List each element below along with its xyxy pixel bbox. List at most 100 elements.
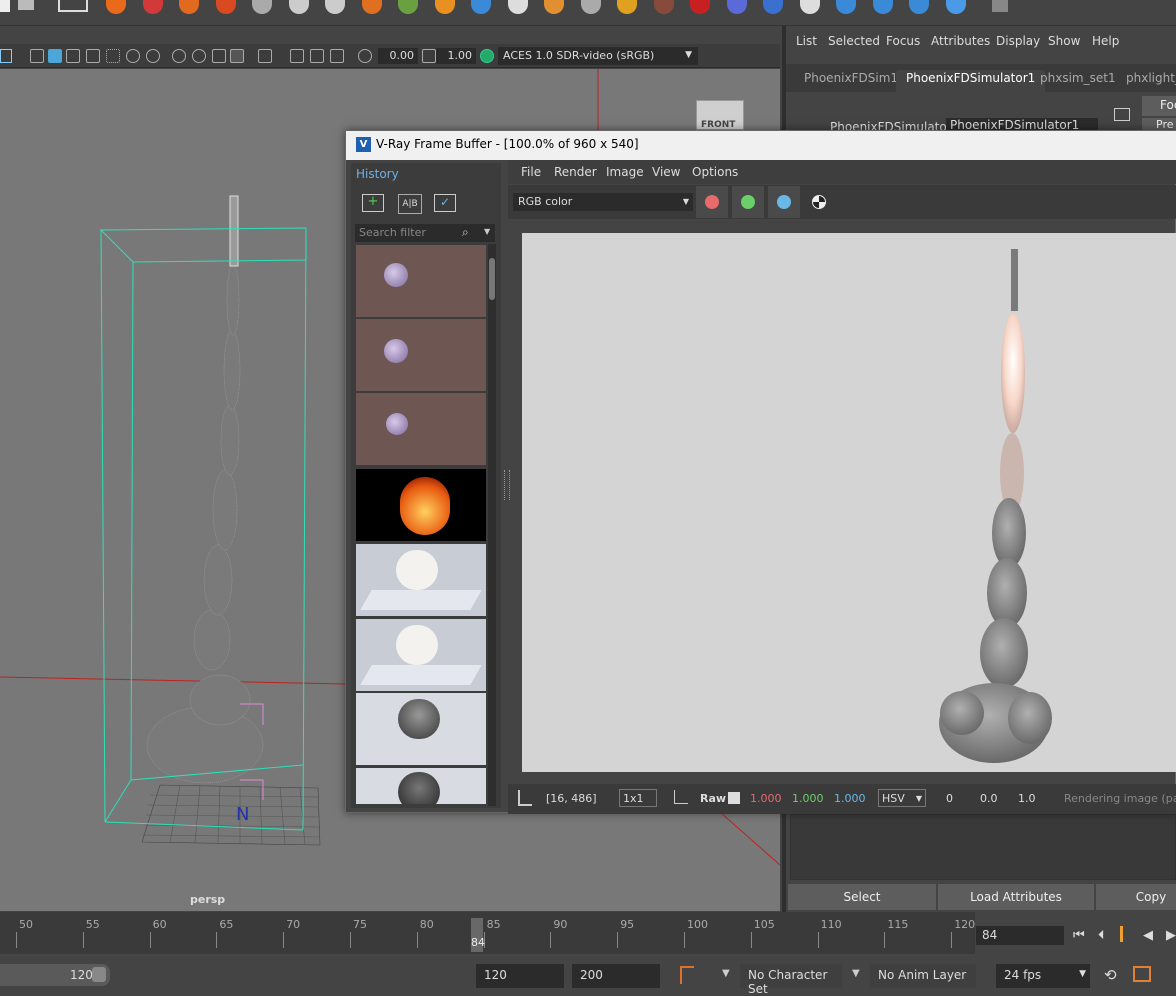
history-thumb-4[interactable] <box>356 469 486 541</box>
play-forwards-icon[interactable]: ▶ <box>1166 928 1176 943</box>
tab-phxsim-set1[interactable]: phxsim_set1 <box>1030 70 1126 92</box>
history-search-input[interactable]: Search filter <box>355 224 495 242</box>
play-backwards-icon[interactable]: ◀ <box>1143 928 1153 943</box>
alpha-channel-icon[interactable] <box>812 195 826 209</box>
ab-compare-icon[interactable]: A|B <box>398 194 422 214</box>
select-button[interactable]: Select <box>788 884 936 910</box>
anim-layer-dropdown[interactable]: No Anim Layer <box>870 964 976 988</box>
vfb-menu-view[interactable]: View <box>652 165 680 179</box>
shelf-edge-icon[interactable] <box>0 0 10 12</box>
vfb-menu-options[interactable]: Options <box>692 165 738 179</box>
text-icon[interactable] <box>0 49 12 63</box>
save-to-history-icon[interactable]: + <box>362 194 384 212</box>
render-image[interactable] <box>522 233 1176 772</box>
ae-menu-attributes[interactable]: Attributes <box>931 34 990 48</box>
colormanage-icon[interactable] <box>480 49 494 63</box>
anim-layer-chevron-icon[interactable]: ▼ <box>852 968 860 979</box>
shelf-editor-icon[interactable] <box>58 0 88 12</box>
viewcube[interactable]: FRONT <box>696 100 744 130</box>
ao-icon[interactable] <box>172 49 186 63</box>
timeline-tick-label: 60 <box>152 918 167 931</box>
range-handle[interactable] <box>92 967 106 982</box>
panel-splitter[interactable] <box>504 470 510 500</box>
gamma-field[interactable]: 1.00 <box>436 48 476 64</box>
notes-area[interactable] <box>790 814 1176 880</box>
red-channel-button[interactable] <box>696 186 728 218</box>
copy-tab-button[interactable]: Copy <box>1096 884 1176 910</box>
fps-dropdown[interactable]: 24 fps ▼ <box>996 964 1090 988</box>
shelf-script-icon[interactable] <box>18 0 34 10</box>
blue-channel-button[interactable] <box>768 186 800 218</box>
isolate-icon[interactable] <box>258 49 272 63</box>
history-thumb-8[interactable] <box>356 768 486 804</box>
tab-phxlight[interactable]: phxlight_ <box>1116 70 1176 92</box>
history-scrollbar-thumb[interactable] <box>489 258 495 300</box>
exposure-icon[interactable] <box>358 49 372 63</box>
smooth-shade-icon[interactable] <box>48 49 62 63</box>
auto-key-icon[interactable] <box>680 966 694 984</box>
history-thumb-3[interactable] <box>356 393 486 465</box>
ae-menu-display[interactable]: Display <box>996 34 1040 48</box>
gamma-icon[interactable] <box>422 49 436 63</box>
focus-button[interactable]: Foc <box>1142 96 1176 116</box>
vfb-titlebar[interactable]: V V-Ray Frame Buffer - [100.0% of 960 x … <box>346 131 1176 160</box>
loop-icon[interactable]: ⟲ <box>1104 966 1117 984</box>
curve-icon[interactable] <box>674 790 688 804</box>
xray-active-icon[interactable] <box>310 49 324 63</box>
ae-menu-list[interactable]: List <box>796 34 817 48</box>
history-thumb-1[interactable] <box>356 245 486 317</box>
tab-phoenixfdsimulator1[interactable]: PhoenixFDSimulator1 <box>896 70 1046 92</box>
vfb-menu-file[interactable]: File <box>521 165 541 179</box>
history-thumb-5[interactable] <box>356 544 486 616</box>
sampling-dropdown[interactable]: 1x1 <box>619 789 657 807</box>
xray-icon[interactable] <box>106 49 120 63</box>
timeline-tick <box>817 932 819 948</box>
exposure-field[interactable]: 0.00 <box>378 48 418 64</box>
range-slider[interactable]: 120 <box>0 964 110 986</box>
grid-icon[interactable] <box>330 49 344 63</box>
dof-icon[interactable] <box>230 49 244 63</box>
history-thumb-6[interactable] <box>356 619 486 691</box>
textured-icon[interactable] <box>86 49 100 63</box>
anim-prefs-icon[interactable] <box>1133 966 1151 982</box>
presets-button[interactable]: Pre <box>1142 118 1176 130</box>
history-scrollbar[interactable] <box>488 244 496 806</box>
step-back-key-icon[interactable]: ⏴ <box>1098 928 1105 943</box>
wireframe-icon[interactable] <box>30 49 44 63</box>
tab-phoenixfdsim1[interactable]: PhoenixFDSim1 <box>794 70 908 92</box>
xray-joints-icon[interactable] <box>290 49 304 63</box>
character-set-dropdown[interactable]: No Character Set <box>740 964 842 996</box>
history-tab[interactable]: History <box>352 164 399 184</box>
ae-menu-show[interactable]: Show <box>1048 34 1080 48</box>
history-thumb-2[interactable] <box>356 319 486 391</box>
shadow-icon[interactable] <box>146 49 160 63</box>
character-set-chevron-icon[interactable]: ▼ <box>722 968 730 979</box>
vfb-menu-image[interactable]: Image <box>606 165 644 179</box>
channel-dropdown[interactable]: RGB color ▼ <box>513 193 693 211</box>
go-to-output-icon[interactable] <box>1114 108 1130 121</box>
load-history-icon[interactable]: ✓ <box>434 194 456 212</box>
current-frame-field[interactable]: 84 <box>976 926 1064 945</box>
ae-menu-selected[interactable]: Selected <box>828 34 880 48</box>
current-frame-indicator[interactable]: 84 <box>471 918 485 952</box>
colorspace-dropdown[interactable]: ACES 1.0 SDR-video (sRGB) ▼ <box>498 47 698 65</box>
lock-pixel-icon[interactable] <box>518 790 532 806</box>
camera-label: persp <box>190 893 226 906</box>
anim-end-field[interactable]: 200 <box>572 964 660 988</box>
go-to-start-icon[interactable]: ⏮ <box>1073 928 1085 943</box>
aa-icon[interactable] <box>192 49 206 63</box>
search-options-chevron-icon[interactable]: ▼ <box>484 227 490 236</box>
light-icon[interactable] <box>126 49 140 63</box>
ae-menu-focus[interactable]: Focus <box>886 34 920 48</box>
history-thumb-7[interactable] <box>356 693 486 765</box>
green-channel-button[interactable] <box>732 186 764 218</box>
load-attributes-button[interactable]: Load Attributes <box>938 884 1094 910</box>
shaded-wire-icon[interactable] <box>66 49 80 63</box>
vfb-menu-render[interactable]: Render <box>554 165 597 179</box>
color-mode-dropdown[interactable]: HSV ▼ <box>878 789 926 807</box>
raw-checkbox[interactable] <box>728 792 740 804</box>
motion-blur-icon[interactable] <box>212 49 226 63</box>
step-back-frame-icon[interactable] <box>1120 926 1134 942</box>
ae-menu-help[interactable]: Help <box>1092 34 1119 48</box>
end-time-field[interactable]: 120 <box>476 964 564 988</box>
